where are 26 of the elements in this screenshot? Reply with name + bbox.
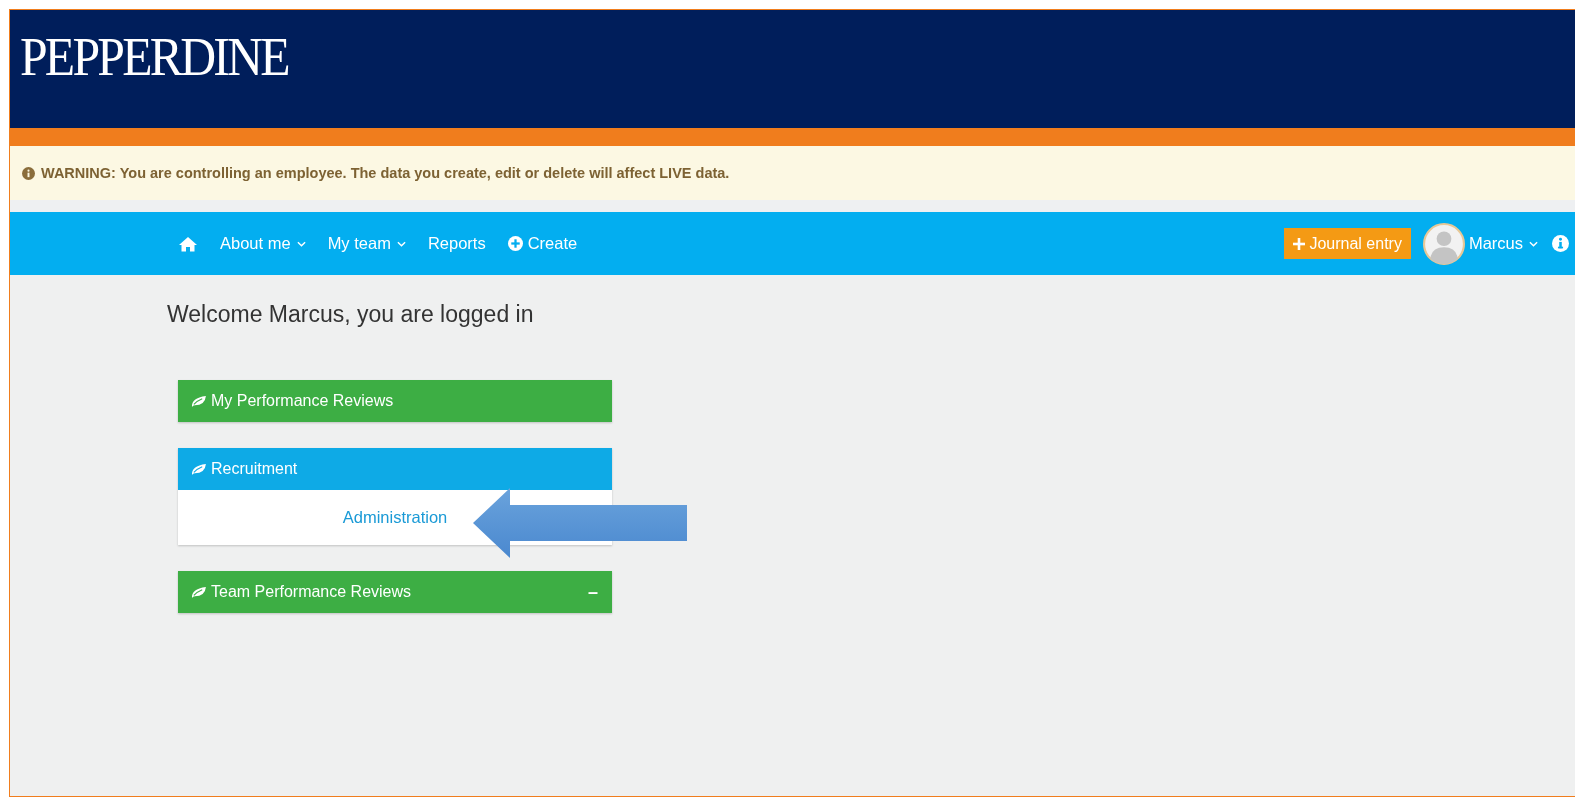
- welcome-heading: Welcome Marcus, you are logged in: [167, 301, 535, 328]
- chevron-down-icon: [296, 240, 306, 247]
- nav-link[interactable]: Reports: [427, 234, 486, 253]
- leaf-icon: [190, 394, 207, 408]
- user-menu[interactable]: Marcus: [1468, 234, 1538, 253]
- leaf-icon: [190, 462, 207, 476]
- administration-link[interactable]: Administration: [342, 508, 448, 527]
- plus-circle-icon: [507, 236, 523, 251]
- warning-text: WARNING: You are controlling an employee. The data you create, edit or delete will affect LIVE data.: [41, 165, 730, 181]
- plus-icon: [1293, 237, 1306, 250]
- avatar-icon[interactable]: [1422, 222, 1465, 265]
- panel-header[interactable]: Team Performance Reviews –: [178, 571, 612, 613]
- journal-entry-button[interactable]: Journal entry: [1284, 228, 1411, 259]
- university-logo[interactable]: PEPPERDINE: [20, 30, 288, 84]
- panel-header[interactable]: Recruitment: [178, 448, 612, 490]
- chevron-down-icon: [396, 240, 406, 247]
- nav-menu[interactable]: My team: [327, 234, 406, 253]
- info-icon: [22, 166, 35, 180]
- leaf-icon: [190, 585, 207, 599]
- nav-menu[interactable]: About me: [220, 234, 306, 253]
- info-icon[interactable]: [1552, 235, 1569, 252]
- collapse-toggle[interactable]: –: [588, 581, 598, 603]
- nav-link[interactable]: Create: [507, 234, 578, 253]
- chevron-down-icon: [1529, 240, 1538, 247]
- panel-header[interactable]: My Performance Reviews: [178, 380, 612, 422]
- home-icon[interactable]: [178, 235, 198, 252]
